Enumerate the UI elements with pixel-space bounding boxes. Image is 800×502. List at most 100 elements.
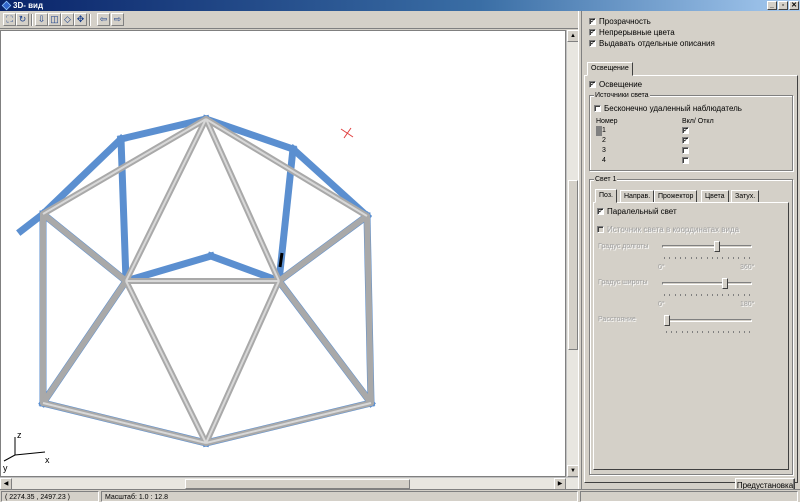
slider-tick bbox=[712, 331, 714, 333]
light-number[interactable]: 1 bbox=[602, 127, 606, 134]
transparency-label: Прозрачность bbox=[599, 17, 651, 26]
parallel-light-checkbox[interactable]: ✓ Паралельный свет bbox=[597, 207, 677, 216]
longitude-ticks bbox=[664, 257, 750, 260]
light-2-toggle[interactable]: ✓ bbox=[682, 137, 689, 144]
slider-tick bbox=[727, 257, 729, 259]
3d-viewport[interactable]: z x y bbox=[0, 30, 566, 477]
slider-tick bbox=[711, 294, 713, 296]
move-icon[interactable]: ✥ bbox=[74, 13, 87, 26]
slider-tick bbox=[690, 294, 692, 296]
separate-descriptions-checkbox[interactable]: ✓ Выдавать отдельные описания bbox=[589, 39, 715, 48]
distance-slider-track[interactable] bbox=[664, 319, 752, 322]
horizontal-scrollbar[interactable]: ◀ ▶ bbox=[0, 477, 578, 490]
horizontal-scroll-thumb[interactable] bbox=[185, 479, 410, 489]
light-sources-title: Источники света bbox=[594, 91, 650, 100]
column-header-number: Номер bbox=[596, 118, 618, 125]
view-top-icon[interactable]: ◇ bbox=[61, 13, 74, 26]
app-icon bbox=[1, 0, 12, 11]
light-number[interactable]: 4 bbox=[602, 157, 606, 164]
minimize-button[interactable]: _ bbox=[767, 1, 777, 10]
checkbox-box[interactable]: ✓ bbox=[589, 81, 596, 88]
slider-tick bbox=[701, 294, 703, 296]
latitude-slider-thumb[interactable] bbox=[722, 278, 729, 289]
close-button[interactable]: ✕ bbox=[789, 1, 799, 10]
distance-ticks bbox=[666, 331, 750, 334]
title-bar: 3D- вид _ ▫ ✕ bbox=[0, 0, 800, 11]
slider-tick bbox=[669, 294, 671, 296]
continuous-colors-checkbox[interactable]: ✓ Непрерывные цвета bbox=[589, 28, 675, 37]
transparency-checkbox[interactable]: ✓ Прозрачность bbox=[589, 17, 651, 26]
latitude-slider-track[interactable] bbox=[662, 282, 752, 285]
latitude-min: 0° bbox=[658, 301, 665, 308]
slider-tick bbox=[674, 294, 676, 296]
status-bar: ( 2274.35 , 2497.23 ) Масштаб: 1.0 : 12.… bbox=[0, 489, 800, 502]
pan-down-icon[interactable]: ⇩ bbox=[35, 13, 48, 26]
checkbox-box[interactable]: ✓ bbox=[589, 18, 596, 25]
longitude-slider-thumb[interactable] bbox=[714, 241, 721, 252]
slider-tick bbox=[666, 331, 667, 333]
slider-tick bbox=[676, 331, 678, 333]
slider-tick bbox=[679, 257, 681, 259]
distance-slider-thumb[interactable] bbox=[664, 315, 670, 326]
status-empty-cell bbox=[580, 491, 798, 502]
axes-gizmo bbox=[3, 437, 46, 462]
slider-tick bbox=[749, 294, 750, 296]
slider-tick bbox=[738, 331, 740, 333]
slider-tick bbox=[738, 294, 740, 296]
slider-tick bbox=[685, 294, 687, 296]
restore-button[interactable]: ▫ bbox=[778, 1, 788, 10]
undo-icon[interactable]: ⇦ bbox=[97, 13, 110, 26]
zoom-fit-icon[interactable]: ⛶ bbox=[3, 13, 16, 26]
redo-icon[interactable]: ⇨ bbox=[111, 13, 124, 26]
slider-tick bbox=[695, 294, 697, 296]
view-coords-checkbox: Источник света в координатах вида bbox=[597, 225, 739, 234]
vertical-scroll-thumb[interactable] bbox=[568, 180, 578, 350]
column-header-onoff: Вкл/ Откл bbox=[682, 118, 714, 125]
slider-tick bbox=[738, 257, 740, 259]
lighting-tab-page: ✓ Освещение Источники света Бесконечно у… bbox=[584, 75, 798, 494]
checkbox-box[interactable]: ✓ bbox=[589, 29, 596, 36]
light-4-toggle[interactable] bbox=[682, 157, 689, 164]
tab-lighting[interactable]: Освещение bbox=[587, 62, 633, 76]
longitude-min: 0° bbox=[658, 264, 665, 271]
slider-tick bbox=[723, 331, 725, 333]
slider-tick bbox=[749, 257, 750, 259]
slider-tick bbox=[664, 257, 665, 259]
scale-readout: Масштаб: 1.0 : 12.8 bbox=[101, 491, 578, 502]
slider-tick bbox=[717, 331, 719, 333]
refresh-icon[interactable]: ↻ bbox=[16, 13, 29, 26]
coordinates-readout: ( 2274.35 , 2497.23 ) bbox=[1, 491, 99, 502]
light-1-toggle[interactable]: ✓ bbox=[682, 127, 689, 134]
light-number[interactable]: 2 bbox=[602, 137, 606, 144]
longitude-max: 360° bbox=[740, 264, 755, 271]
slider-tick bbox=[706, 257, 708, 259]
toolbar-separator bbox=[31, 14, 33, 26]
light-number[interactable]: 3 bbox=[602, 147, 606, 154]
lighting-checkbox[interactable]: ✓ Освещение bbox=[589, 80, 642, 89]
longitude-label: Градус долготы bbox=[598, 243, 649, 250]
view-front-icon[interactable]: ◫ bbox=[48, 13, 61, 26]
slider-tick bbox=[674, 257, 676, 259]
slider-tick bbox=[701, 257, 703, 259]
checkbox-box[interactable]: ✓ bbox=[597, 208, 604, 215]
slider-tick bbox=[733, 331, 735, 333]
latitude-ticks bbox=[664, 294, 750, 297]
slider-tick bbox=[717, 257, 719, 259]
axis-z-label: z bbox=[17, 430, 22, 440]
checkbox-box bbox=[597, 226, 604, 233]
checkbox-box[interactable] bbox=[594, 105, 601, 112]
latitude-max: 180° bbox=[740, 301, 755, 308]
light-3-toggle[interactable] bbox=[682, 147, 689, 154]
axis-y-label: y bbox=[3, 463, 8, 473]
light-sources-group: Источники света Бесконечно удаленный наб… bbox=[589, 91, 793, 171]
vertical-scrollbar[interactable]: ▲ ▼ bbox=[566, 30, 579, 477]
longitude-slider-track[interactable] bbox=[662, 245, 752, 248]
tab-position[interactable]: Поз. bbox=[595, 189, 617, 203]
checkbox-box[interactable]: ✓ bbox=[589, 40, 596, 47]
slider-tick bbox=[706, 294, 708, 296]
toolbar: ⛶ ↻ ⇩ ◫ ◇ ✥ ⇦ ⇨ bbox=[0, 11, 580, 29]
toolbar-separator bbox=[89, 14, 91, 26]
infinite-observer-checkbox[interactable]: Бесконечно удаленный наблюдатель bbox=[594, 104, 742, 113]
slider-tick bbox=[702, 331, 704, 333]
slider-tick bbox=[743, 331, 745, 333]
